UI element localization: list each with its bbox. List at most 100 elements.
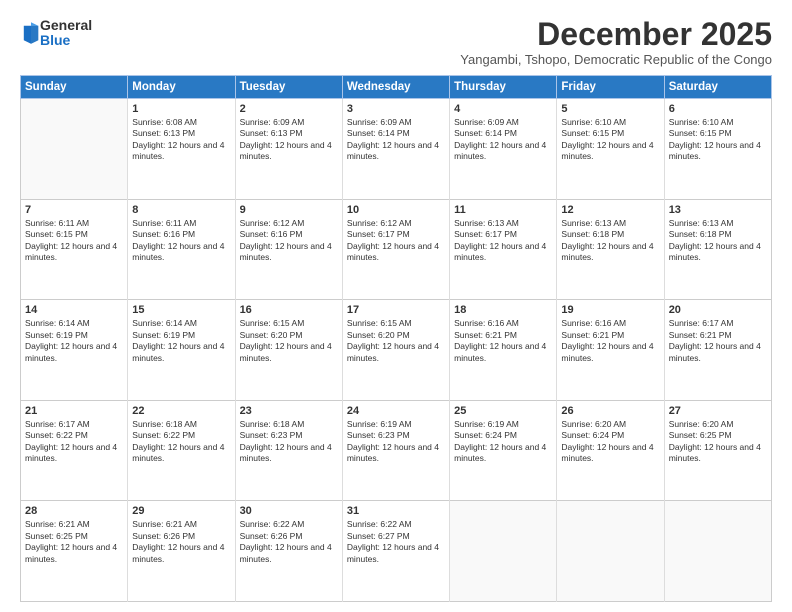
cell-daylight: Daylight: 12 hours and 4 minutes. xyxy=(25,341,117,362)
logo-text: General Blue xyxy=(40,18,92,49)
calendar-cell: 17Sunrise: 6:15 AMSunset: 6:20 PMDayligh… xyxy=(342,300,449,401)
cell-daylight: Daylight: 12 hours and 4 minutes. xyxy=(347,241,439,262)
cell-sunrise: Sunrise: 6:15 AM xyxy=(240,318,305,328)
calendar-cell: 20Sunrise: 6:17 AMSunset: 6:21 PMDayligh… xyxy=(664,300,771,401)
calendar-cell: 12Sunrise: 6:13 AMSunset: 6:18 PMDayligh… xyxy=(557,199,664,300)
day-number: 25 xyxy=(454,405,552,417)
cell-sunset: Sunset: 6:21 PM xyxy=(561,330,624,340)
cell-sunrise: Sunrise: 6:19 AM xyxy=(454,419,519,429)
cell-daylight: Daylight: 12 hours and 4 minutes. xyxy=(347,341,439,362)
day-number: 7 xyxy=(25,204,123,216)
day-number: 18 xyxy=(454,304,552,316)
day-number: 8 xyxy=(132,204,230,216)
cell-sunset: Sunset: 6:26 PM xyxy=(132,531,195,541)
month-title: December 2025 xyxy=(460,18,772,50)
cell-daylight: Daylight: 12 hours and 4 minutes. xyxy=(240,241,332,262)
cell-daylight: Daylight: 12 hours and 4 minutes. xyxy=(561,442,653,463)
cell-sunrise: Sunrise: 6:22 AM xyxy=(240,519,305,529)
calendar-week: 28Sunrise: 6:21 AMSunset: 6:25 PMDayligh… xyxy=(21,501,772,602)
cell-sunset: Sunset: 6:25 PM xyxy=(669,430,732,440)
day-number: 6 xyxy=(669,103,767,115)
cell-daylight: Daylight: 12 hours and 4 minutes. xyxy=(669,442,761,463)
calendar-body: 1Sunrise: 6:08 AMSunset: 6:13 PMDaylight… xyxy=(21,99,772,602)
cell-sunset: Sunset: 6:14 PM xyxy=(454,128,517,138)
calendar-cell: 21Sunrise: 6:17 AMSunset: 6:22 PMDayligh… xyxy=(21,400,128,501)
cell-daylight: Daylight: 12 hours and 4 minutes. xyxy=(240,442,332,463)
cell-sunset: Sunset: 6:13 PM xyxy=(132,128,195,138)
calendar-cell: 7Sunrise: 6:11 AMSunset: 6:15 PMDaylight… xyxy=(21,199,128,300)
cell-sunset: Sunset: 6:23 PM xyxy=(240,430,303,440)
calendar-cell: 29Sunrise: 6:21 AMSunset: 6:26 PMDayligh… xyxy=(128,501,235,602)
title-block: December 2025 Yangambi, Tshopo, Democrat… xyxy=(460,18,772,67)
calendar-cell: 18Sunrise: 6:16 AMSunset: 6:21 PMDayligh… xyxy=(450,300,557,401)
cell-sunrise: Sunrise: 6:19 AM xyxy=(347,419,412,429)
cell-sunrise: Sunrise: 6:10 AM xyxy=(669,117,734,127)
calendar-cell: 3Sunrise: 6:09 AMSunset: 6:14 PMDaylight… xyxy=(342,99,449,200)
cell-daylight: Daylight: 12 hours and 4 minutes. xyxy=(669,341,761,362)
cell-sunset: Sunset: 6:21 PM xyxy=(669,330,732,340)
calendar-cell: 14Sunrise: 6:14 AMSunset: 6:19 PMDayligh… xyxy=(21,300,128,401)
cell-daylight: Daylight: 12 hours and 4 minutes. xyxy=(454,341,546,362)
calendar-cell: 11Sunrise: 6:13 AMSunset: 6:17 PMDayligh… xyxy=(450,199,557,300)
day-number: 17 xyxy=(347,304,445,316)
cell-sunset: Sunset: 6:22 PM xyxy=(25,430,88,440)
calendar-cell: 26Sunrise: 6:20 AMSunset: 6:24 PMDayligh… xyxy=(557,400,664,501)
header-day: Saturday xyxy=(664,76,771,99)
cell-daylight: Daylight: 12 hours and 4 minutes. xyxy=(132,442,224,463)
calendar-header: SundayMondayTuesdayWednesdayThursdayFrid… xyxy=(21,76,772,99)
calendar-cell: 16Sunrise: 6:15 AMSunset: 6:20 PMDayligh… xyxy=(235,300,342,401)
calendar-cell xyxy=(557,501,664,602)
calendar-cell: 27Sunrise: 6:20 AMSunset: 6:25 PMDayligh… xyxy=(664,400,771,501)
cell-daylight: Daylight: 12 hours and 4 minutes. xyxy=(669,140,761,161)
cell-daylight: Daylight: 12 hours and 4 minutes. xyxy=(454,140,546,161)
cell-sunset: Sunset: 6:15 PM xyxy=(669,128,732,138)
day-number: 27 xyxy=(669,405,767,417)
calendar-cell: 22Sunrise: 6:18 AMSunset: 6:22 PMDayligh… xyxy=(128,400,235,501)
cell-daylight: Daylight: 12 hours and 4 minutes. xyxy=(347,140,439,161)
cell-sunrise: Sunrise: 6:10 AM xyxy=(561,117,626,127)
cell-sunset: Sunset: 6:13 PM xyxy=(240,128,303,138)
cell-sunset: Sunset: 6:19 PM xyxy=(132,330,195,340)
calendar-cell: 28Sunrise: 6:21 AMSunset: 6:25 PMDayligh… xyxy=(21,501,128,602)
cell-sunrise: Sunrise: 6:15 AM xyxy=(347,318,412,328)
day-number: 16 xyxy=(240,304,338,316)
day-number: 22 xyxy=(132,405,230,417)
cell-daylight: Daylight: 12 hours and 4 minutes. xyxy=(561,241,653,262)
calendar-cell: 1Sunrise: 6:08 AMSunset: 6:13 PMDaylight… xyxy=(128,99,235,200)
calendar-table: SundayMondayTuesdayWednesdayThursdayFrid… xyxy=(20,75,772,602)
calendar-cell: 23Sunrise: 6:18 AMSunset: 6:23 PMDayligh… xyxy=(235,400,342,501)
day-number: 12 xyxy=(561,204,659,216)
page: General Blue December 2025 Yangambi, Tsh… xyxy=(0,0,792,612)
cell-daylight: Daylight: 12 hours and 4 minutes. xyxy=(132,341,224,362)
calendar-week: 21Sunrise: 6:17 AMSunset: 6:22 PMDayligh… xyxy=(21,400,772,501)
day-number: 28 xyxy=(25,505,123,517)
day-number: 29 xyxy=(132,505,230,517)
calendar-cell xyxy=(664,501,771,602)
calendar-cell: 15Sunrise: 6:14 AMSunset: 6:19 PMDayligh… xyxy=(128,300,235,401)
cell-sunrise: Sunrise: 6:21 AM xyxy=(132,519,197,529)
cell-sunrise: Sunrise: 6:16 AM xyxy=(561,318,626,328)
header-day: Monday xyxy=(128,76,235,99)
header: General Blue December 2025 Yangambi, Tsh… xyxy=(20,18,772,67)
calendar-cell xyxy=(450,501,557,602)
cell-sunset: Sunset: 6:17 PM xyxy=(454,229,517,239)
cell-sunrise: Sunrise: 6:09 AM xyxy=(240,117,305,127)
cell-sunset: Sunset: 6:25 PM xyxy=(25,531,88,541)
day-number: 3 xyxy=(347,103,445,115)
calendar-cell: 10Sunrise: 6:12 AMSunset: 6:17 PMDayligh… xyxy=(342,199,449,300)
header-day: Friday xyxy=(557,76,664,99)
cell-sunset: Sunset: 6:24 PM xyxy=(454,430,517,440)
cell-sunrise: Sunrise: 6:11 AM xyxy=(132,218,196,228)
day-number: 1 xyxy=(132,103,230,115)
cell-sunrise: Sunrise: 6:13 AM xyxy=(669,218,734,228)
day-number: 5 xyxy=(561,103,659,115)
cell-daylight: Daylight: 12 hours and 4 minutes. xyxy=(25,241,117,262)
cell-sunset: Sunset: 6:16 PM xyxy=(240,229,303,239)
calendar-cell: 5Sunrise: 6:10 AMSunset: 6:15 PMDaylight… xyxy=(557,99,664,200)
cell-sunrise: Sunrise: 6:08 AM xyxy=(132,117,197,127)
cell-sunrise: Sunrise: 6:11 AM xyxy=(25,218,89,228)
cell-sunrise: Sunrise: 6:21 AM xyxy=(25,519,90,529)
cell-sunrise: Sunrise: 6:14 AM xyxy=(132,318,197,328)
cell-sunrise: Sunrise: 6:17 AM xyxy=(25,419,90,429)
calendar-cell: 30Sunrise: 6:22 AMSunset: 6:26 PMDayligh… xyxy=(235,501,342,602)
